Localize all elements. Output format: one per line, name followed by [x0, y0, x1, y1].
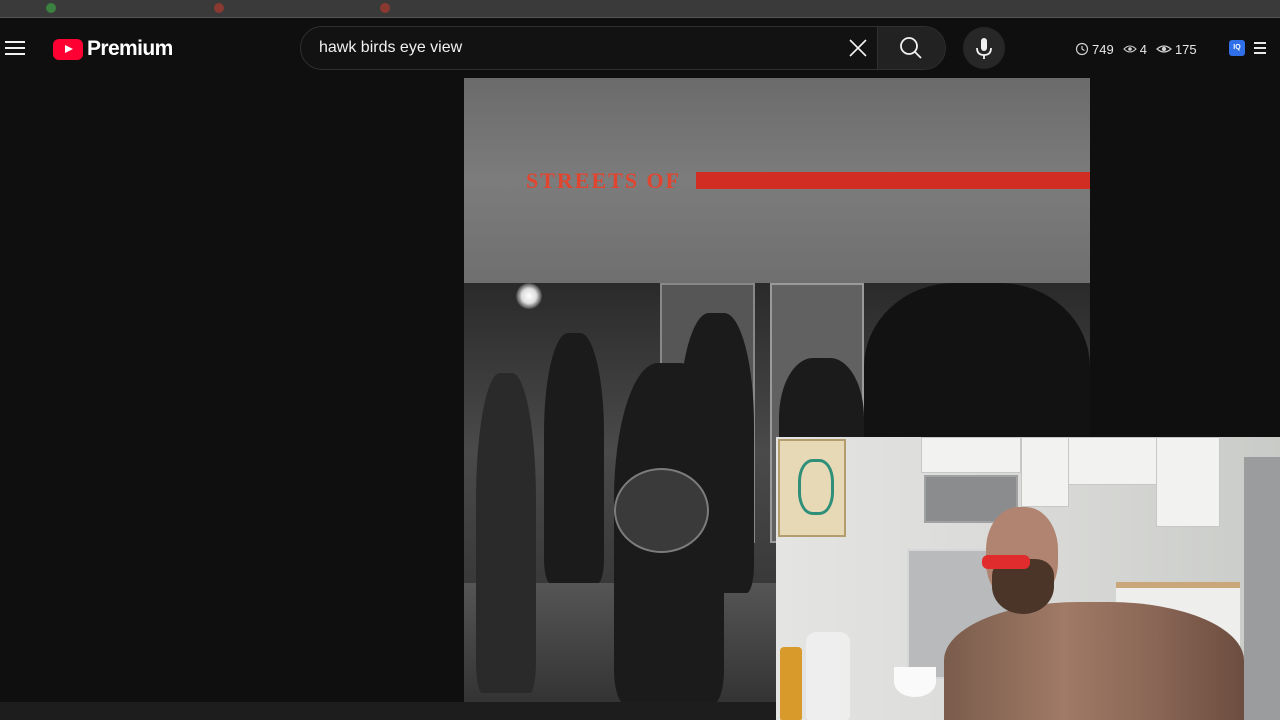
person-figure	[544, 333, 604, 583]
stat-item: 175	[1156, 42, 1197, 57]
stat-value: 175	[1174, 41, 1197, 57]
kitchen-cabinet	[1021, 437, 1069, 507]
stat-value: 749	[1092, 41, 1114, 57]
webcam-overlay	[776, 437, 1280, 720]
person-figure	[679, 313, 754, 593]
tab-favicon	[380, 3, 390, 13]
search-icon	[900, 37, 922, 59]
stat-item: 749	[1075, 42, 1114, 57]
brand-label: Premium	[87, 37, 173, 60]
microphone-icon	[976, 38, 992, 59]
youtube-premium-logo[interactable]: Premium	[53, 37, 173, 61]
clock-icon	[1075, 42, 1089, 56]
sauce-bottle	[780, 647, 802, 720]
streamer-body	[944, 602, 1244, 720]
tab-favicon	[214, 3, 224, 13]
glass-jar	[806, 632, 850, 720]
kitchen-cabinet	[921, 437, 1021, 473]
tab-favicon	[46, 3, 56, 13]
clear-search-icon[interactable]	[847, 37, 869, 59]
search-input[interactable]	[319, 27, 839, 69]
eye-outline-icon	[1122, 45, 1137, 53]
browser-tab-strip	[0, 0, 1280, 18]
acoustic-guitar	[614, 468, 709, 553]
title-stripe	[696, 172, 1090, 189]
search-box	[300, 26, 946, 70]
extension-menu-icon[interactable]	[1254, 42, 1268, 54]
masthead: Premium 749 4 175 IQ	[0, 18, 1280, 78]
wall-art	[778, 439, 846, 537]
person-figure	[476, 373, 536, 693]
red-sunglasses	[982, 555, 1030, 569]
white-bowl	[894, 667, 936, 697]
video-overlay-title: STREETS OF	[526, 168, 682, 193]
extension-stats: 749 4 175	[1075, 39, 1206, 59]
hamburger-menu-icon[interactable]	[4, 37, 26, 59]
page-bottom-edge	[0, 702, 776, 720]
street-lamp	[516, 283, 542, 309]
refrigerator	[1244, 457, 1280, 720]
stat-item: 4	[1122, 41, 1147, 57]
search-button[interactable]	[877, 27, 945, 69]
streamer	[944, 507, 1244, 720]
youtube-play-icon	[53, 38, 83, 60]
eye-icon	[1156, 45, 1172, 53]
stat-value: 4	[1139, 41, 1147, 57]
extension-badge-icon[interactable]: IQ	[1229, 40, 1245, 56]
voice-search-button[interactable]	[963, 27, 1005, 69]
